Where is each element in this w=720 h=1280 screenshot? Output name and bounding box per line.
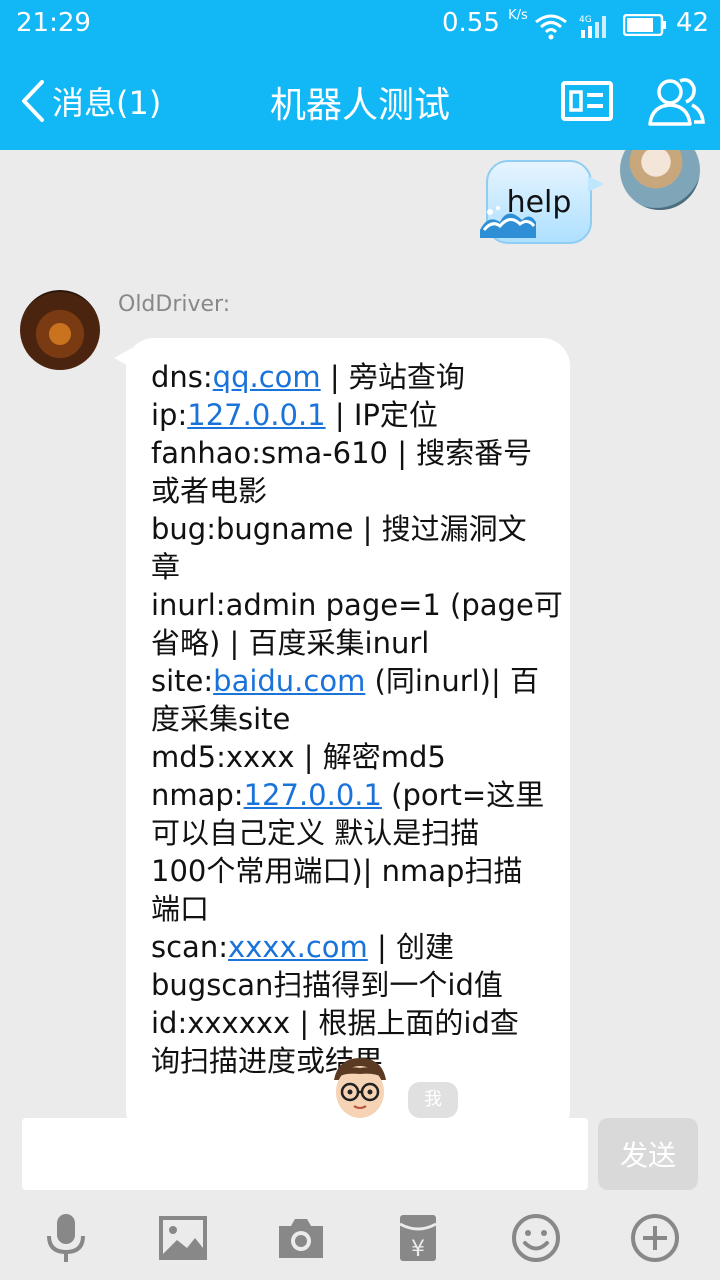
line-text: 询扫描进度或 — [151, 1044, 326, 1078]
send-button[interactable]: 发送 — [598, 1118, 698, 1190]
message-line: dns:qq.com | 旁站查询 — [151, 358, 570, 396]
line-text: bug:bugname | 搜过漏洞文 — [151, 512, 527, 546]
me-badge: 我 — [408, 1082, 458, 1118]
line-text: scan: — [151, 930, 228, 964]
message-line: 端口 — [151, 890, 570, 928]
microphone-icon — [47, 1214, 85, 1262]
signal-icon: 4G — [579, 15, 606, 38]
line-text: bugscan扫描得到一个id值 — [151, 968, 503, 1002]
line-text: id:xxxxxx | 根据上面的id查 — [151, 1006, 519, 1040]
chat-area[interactable]: help OldDriver: dns:qq.com | 旁站查询 ip:127.… — [0, 150, 720, 1118]
camera-button[interactable] — [275, 1212, 327, 1264]
message-line: inurl:admin page=1 (page可 — [151, 586, 570, 624]
message-line: 或者电影 — [151, 472, 570, 510]
message-link[interactable]: baidu.com — [213, 664, 365, 698]
plus-icon — [631, 1214, 679, 1262]
line-text: | 创建 — [367, 930, 455, 964]
battery-level: 42 — [676, 8, 710, 38]
line-text: 度采集site — [151, 702, 291, 736]
emoji-button[interactable] — [510, 1212, 562, 1264]
message-line: scan:xxxx.com | 创建 — [151, 928, 570, 966]
wave-bubble-decoration — [480, 206, 536, 238]
message-line: ip:127.0.0.1 | IP定位 — [151, 396, 570, 434]
line-text: | 旁站查询 — [320, 360, 465, 394]
message-line: 100个常用端口)| nmap扫描 — [151, 852, 570, 890]
line-text: inurl:admin page=1 (page可 — [151, 588, 563, 622]
emoji-icon — [512, 1214, 560, 1262]
message-line: bugscan扫描得到一个id值 — [151, 966, 570, 1004]
more-button[interactable] — [629, 1212, 681, 1264]
svg-text:¥: ¥ — [411, 1237, 425, 1262]
line-text: 可以自己定义 默认是扫描 — [151, 816, 480, 850]
message-line: md5:xxxx | 解密md5 — [151, 738, 570, 776]
red-packet-icon: ¥ — [399, 1215, 437, 1262]
battery-icon — [623, 14, 666, 36]
profile-card-icon[interactable] — [560, 80, 614, 122]
status-bar: 21:29 0.55 K/s 4G 42 — [0, 0, 720, 50]
microphone-button[interactable] — [40, 1212, 92, 1264]
message-line: 度采集site — [151, 700, 570, 738]
image-icon — [159, 1216, 207, 1260]
message-link[interactable]: qq.com — [213, 360, 321, 394]
line-text: site: — [151, 664, 214, 698]
network-speed: 0.55 K/s — [442, 8, 528, 38]
back-button[interactable]: 消息(1) — [18, 76, 161, 126]
message-line: bug:bugname | 搜过漏洞文 — [151, 510, 570, 548]
line-text: 章 — [151, 550, 181, 584]
image-button[interactable] — [157, 1212, 209, 1264]
line-text: nmap: — [151, 778, 244, 812]
chat-header: 消息(1) 机器人测试 — [0, 50, 720, 150]
red-packet-button[interactable]: ¥ — [392, 1212, 444, 1264]
svg-text:4G: 4G — [579, 15, 592, 25]
back-label: 消息(1) — [52, 84, 162, 122]
back-chevron-icon — [22, 80, 44, 122]
message-line: 章 — [151, 548, 570, 586]
line-text: dns: — [151, 360, 213, 394]
bottom-toolbar: ¥ — [0, 1190, 720, 1280]
line-text: (port=这里 — [381, 778, 545, 812]
line-text: | IP定位 — [325, 398, 438, 432]
input-row: 发送 — [0, 1118, 720, 1190]
message-line: 省略) | 百度采集inurl — [151, 624, 570, 662]
message-line: site:baidu.com (同inurl)| 百 — [151, 662, 570, 700]
line-text: (同inurl)| 百 — [365, 664, 539, 698]
status-time: 21:29 — [16, 8, 91, 38]
line-text: md5:xxxx | 解密md5 — [151, 740, 446, 774]
message-line: 可以自己定义 默认是扫描 — [151, 814, 570, 852]
emoji-sticker-icon — [334, 1058, 386, 1118]
message-line: fanhao:sma-610 | 搜索番号 — [151, 434, 570, 472]
self-avatar[interactable] — [620, 150, 700, 210]
received-message-bubble[interactable]: dns:qq.com | 旁站查询 ip:127.0.0.1 | IP定位 fanh… — [114, 338, 570, 1118]
message-input[interactable] — [22, 1118, 588, 1190]
message-link[interactable]: 127.0.0.1 — [244, 778, 382, 812]
message-link[interactable]: xxxx.com — [228, 930, 368, 964]
sender-name: OldDriver: — [118, 292, 231, 317]
group-members-icon[interactable] — [646, 72, 706, 128]
message-link[interactable]: 127.0.0.1 — [187, 398, 325, 432]
line-text: ip: — [151, 398, 188, 432]
message-line: nmap:127.0.0.1 (port=这里 — [151, 776, 570, 814]
wifi-icon — [535, 14, 567, 40]
line-text: 端口 — [151, 892, 210, 926]
message-line: id:xxxxxx | 根据上面的id查 — [151, 1004, 570, 1042]
camera-icon — [279, 1219, 323, 1258]
line-text: 或者电影 — [151, 474, 268, 508]
bot-avatar[interactable] — [20, 290, 100, 370]
line-text: 100个常用端口)| nmap扫描 — [151, 854, 523, 888]
line-text: 省略) | 百度采集inurl — [151, 626, 430, 660]
line-text: fanhao:sma-610 | 搜索番号 — [151, 436, 533, 470]
